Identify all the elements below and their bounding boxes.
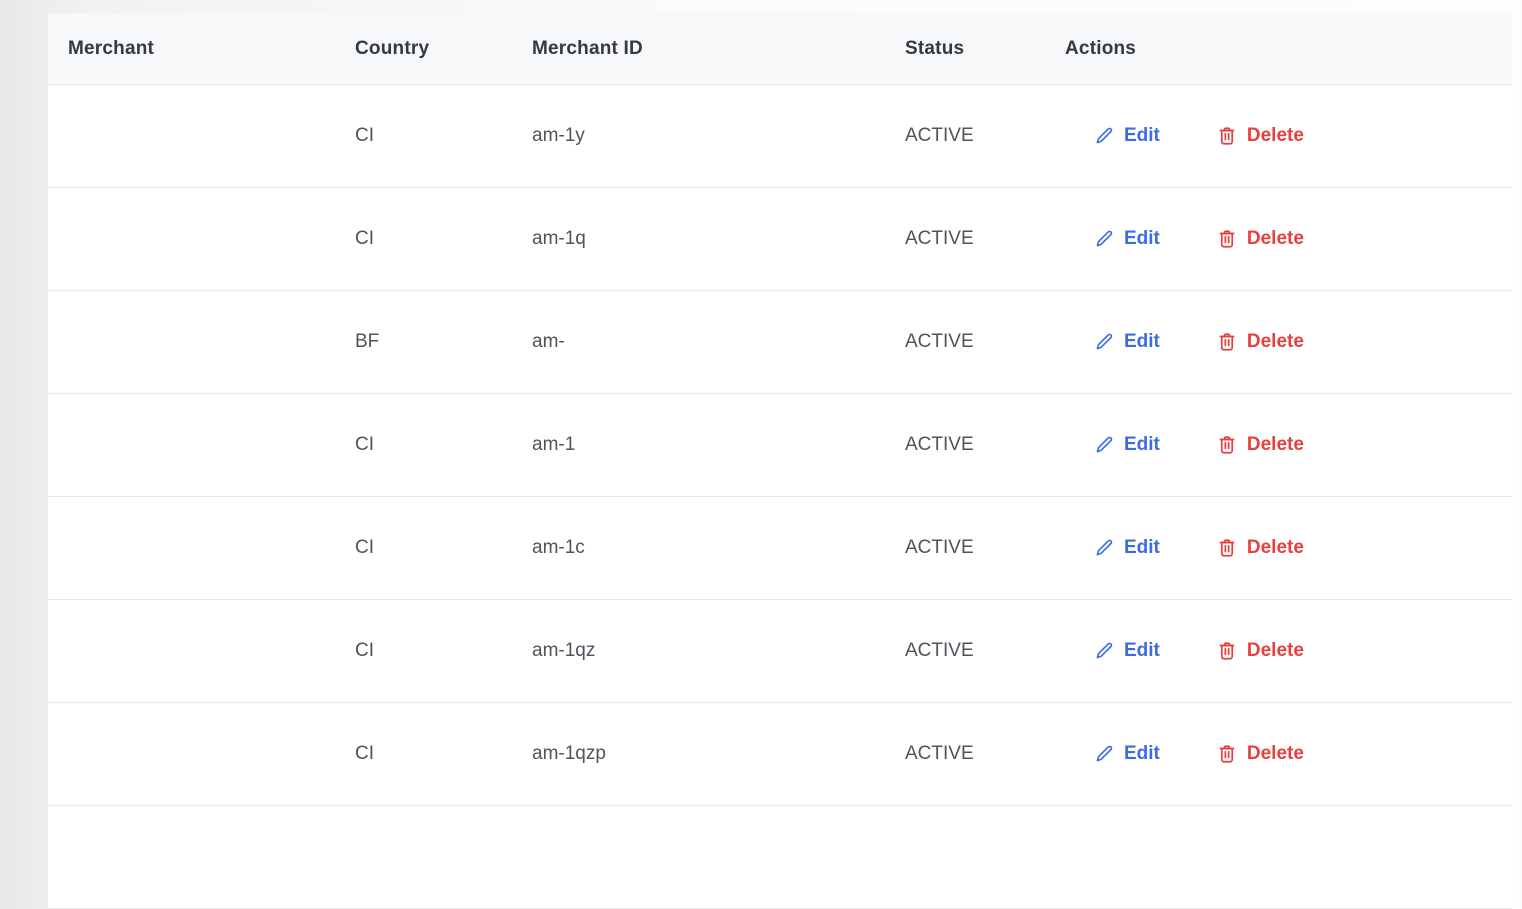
delete-button[interactable]: Delete — [1216, 640, 1304, 662]
merchant-id-cell: am-1qzp — [512, 743, 885, 765]
trash-icon — [1216, 743, 1238, 765]
edit-button-label: Edit — [1124, 434, 1160, 456]
status-cell: ACTIVE — [885, 743, 1045, 765]
edit-button-label: Edit — [1124, 228, 1160, 250]
country-cell: BF — [335, 331, 512, 353]
actions-cell: Edit Delete — [1045, 228, 1512, 250]
table-row: CI am-1qz ACTIVE Edit Delete — [48, 600, 1512, 703]
column-header-country: Country — [335, 38, 512, 60]
pencil-icon — [1093, 331, 1115, 353]
delete-button[interactable]: Delete — [1216, 228, 1304, 250]
merchant-id-cell: am-1y — [512, 125, 885, 147]
delete-button[interactable]: Delete — [1216, 434, 1304, 456]
column-header-merchant: Merchant — [48, 38, 335, 60]
pencil-icon — [1093, 228, 1115, 250]
country-cell: CI — [335, 640, 512, 662]
pencil-icon — [1093, 537, 1115, 559]
country-cell: CI — [335, 743, 512, 765]
delete-button-label: Delete — [1247, 537, 1304, 559]
country-cell: CI — [335, 125, 512, 147]
table-row: CI am-1q ACTIVE Edit Delete — [48, 188, 1512, 291]
edit-button-label: Edit — [1124, 537, 1160, 559]
actions-cell: Edit Delete — [1045, 434, 1512, 456]
table-row: CI am-1c ACTIVE Edit Delete — [48, 497, 1512, 600]
edit-button[interactable]: Edit — [1093, 537, 1160, 559]
trash-icon — [1216, 434, 1238, 456]
edit-button[interactable]: Edit — [1093, 331, 1160, 353]
merchant-id-cell: am-1c — [512, 537, 885, 559]
status-cell: ACTIVE — [885, 228, 1045, 250]
edit-button[interactable]: Edit — [1093, 434, 1160, 456]
trash-icon — [1216, 228, 1238, 250]
edit-button-label: Edit — [1124, 640, 1160, 662]
pencil-icon — [1093, 125, 1115, 147]
trash-icon — [1216, 125, 1238, 147]
delete-button[interactable]: Delete — [1216, 537, 1304, 559]
actions-cell: Edit Delete — [1045, 743, 1512, 765]
delete-button-label: Delete — [1247, 743, 1304, 765]
delete-button-label: Delete — [1247, 125, 1304, 147]
country-cell: CI — [335, 434, 512, 456]
table-row: CI am-1 ACTIVE Edit Delete — [48, 394, 1512, 497]
column-header-actions: Actions — [1045, 38, 1512, 60]
delete-button-label: Delete — [1247, 640, 1304, 662]
trash-icon — [1216, 331, 1238, 353]
column-header-status: Status — [885, 38, 1045, 60]
table-row — [48, 806, 1512, 909]
edit-button-label: Edit — [1124, 743, 1160, 765]
column-header-merchant-id: Merchant ID — [512, 38, 885, 60]
merchant-id-cell: am-1qz — [512, 640, 885, 662]
delete-button-label: Delete — [1247, 434, 1304, 456]
delete-button-label: Delete — [1247, 228, 1304, 250]
pencil-icon — [1093, 434, 1115, 456]
status-cell: ACTIVE — [885, 434, 1045, 456]
edit-button[interactable]: Edit — [1093, 125, 1160, 147]
edit-button-label: Edit — [1124, 125, 1160, 147]
trash-icon — [1216, 640, 1238, 662]
country-cell: CI — [335, 228, 512, 250]
delete-button[interactable]: Delete — [1216, 125, 1304, 147]
status-cell: ACTIVE — [885, 640, 1045, 662]
edit-button[interactable]: Edit — [1093, 228, 1160, 250]
status-cell: ACTIVE — [885, 537, 1045, 559]
table-row: BF am- ACTIVE Edit Delete — [48, 291, 1512, 394]
delete-button[interactable]: Delete — [1216, 331, 1304, 353]
country-cell: CI — [335, 537, 512, 559]
actions-cell: Edit Delete — [1045, 640, 1512, 662]
actions-cell: Edit Delete — [1045, 331, 1512, 353]
delete-button[interactable]: Delete — [1216, 743, 1304, 765]
merchant-id-cell: am-1 — [512, 434, 885, 456]
edit-button-label: Edit — [1124, 331, 1160, 353]
edit-button[interactable]: Edit — [1093, 743, 1160, 765]
trash-icon — [1216, 537, 1238, 559]
delete-button-label: Delete — [1247, 331, 1304, 353]
table-row: CI am-1y ACTIVE Edit Delete — [48, 85, 1512, 188]
merchants-table: Merchant Country Merchant ID Status Acti… — [48, 13, 1512, 909]
pencil-icon — [1093, 640, 1115, 662]
status-cell: ACTIVE — [885, 125, 1045, 147]
table-row: CI am-1qzp ACTIVE Edit Delete — [48, 703, 1512, 806]
status-cell: ACTIVE — [885, 331, 1045, 353]
actions-cell: Edit Delete — [1045, 125, 1512, 147]
pencil-icon — [1093, 743, 1115, 765]
merchant-id-cell: am- — [512, 331, 885, 353]
table-header-row: Merchant Country Merchant ID Status Acti… — [48, 13, 1512, 85]
actions-cell: Edit Delete — [1045, 537, 1512, 559]
merchant-id-cell: am-1q — [512, 228, 885, 250]
edit-button[interactable]: Edit — [1093, 640, 1160, 662]
